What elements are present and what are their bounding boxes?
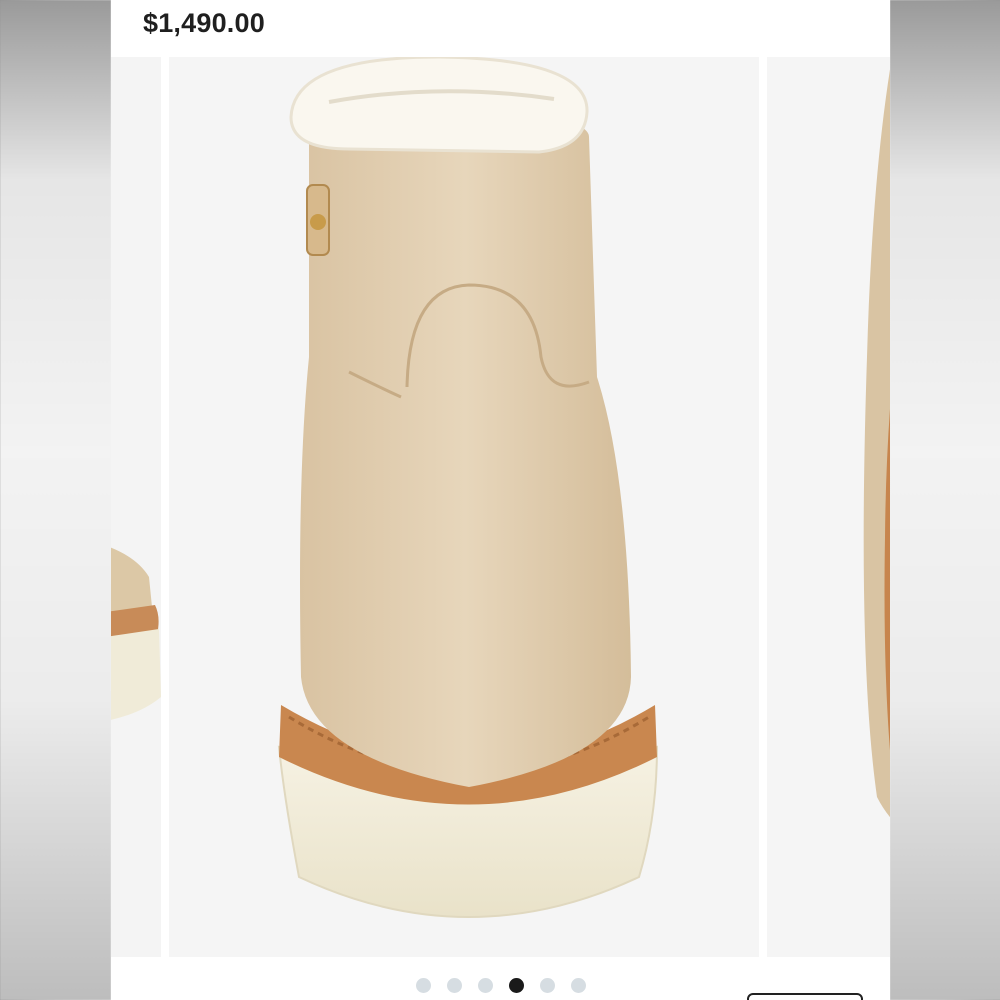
boot-side-image — [111, 57, 161, 957]
partial-action-button[interactable] — [747, 993, 863, 1000]
boot-front-image — [169, 57, 759, 957]
background-blur-right — [890, 0, 1000, 1000]
product-page: $1,490.00 — [111, 0, 890, 1000]
carousel-slide-current[interactable] — [169, 57, 759, 957]
carousel-slide-next[interactable] — [767, 57, 890, 957]
carousel-dot[interactable] — [570, 978, 586, 993]
carousel-dot[interactable] — [415, 978, 431, 993]
carousel-dot[interactable] — [539, 978, 555, 993]
boot-side-image-next — [767, 57, 890, 957]
carousel-dot-active[interactable] — [508, 978, 524, 993]
product-price: $1,490.00 — [143, 8, 265, 38]
carousel-dot[interactable] — [477, 978, 493, 993]
product-image-carousel[interactable] — [111, 57, 890, 957]
background-blur-left — [0, 0, 111, 1000]
carousel-dot[interactable] — [446, 978, 462, 993]
carousel-slide-previous[interactable] — [111, 57, 161, 957]
